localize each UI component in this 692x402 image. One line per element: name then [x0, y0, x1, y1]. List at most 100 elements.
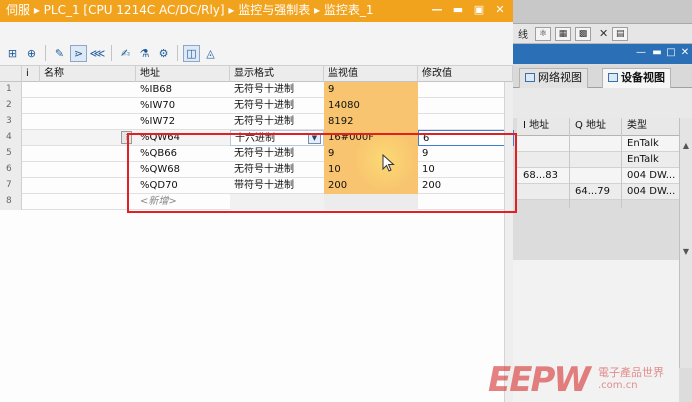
table-row[interactable]: 3 %IW72 无符号十进制 8192: [0, 114, 513, 130]
col-info: i: [22, 66, 40, 82]
portal-toolbar-text: 线: [518, 30, 528, 41]
format-cell[interactable]: [230, 194, 324, 210]
table-row[interactable]: 6 %QW68 无符号十进制 10 10: [0, 162, 513, 178]
format-dropdown[interactable]: 十六进制 ▼: [230, 130, 324, 146]
force-icon[interactable]: ⚙: [155, 45, 172, 62]
scroll-down-icon[interactable]: ▼: [680, 246, 692, 258]
col-modify-value[interactable]: 修改值: [418, 66, 513, 82]
scroll-up-icon[interactable]: ▲: [680, 140, 692, 152]
portal-top-strip: [513, 0, 692, 24]
toggle-pane-icon[interactable]: ▤: [612, 26, 629, 41]
address-cell[interactable]: %QW68: [136, 162, 230, 178]
table-row-selected[interactable]: 4 ⋮ %QW64 十六进制 ▼ 16#000F 6: [0, 130, 514, 146]
address-cell[interactable]: %IW72: [136, 114, 230, 130]
modify-value-cell[interactable]: [418, 114, 504, 130]
portal-restore-icon[interactable]: ▬: [651, 47, 663, 59]
columns-icon[interactable]: ▩: [575, 26, 591, 41]
tab-network-view[interactable]: 网络视图: [519, 68, 588, 88]
name-cell[interactable]: [40, 146, 136, 162]
tab-device-view[interactable]: 设备视图: [602, 68, 671, 88]
accessible-devices-icon[interactable]: ⚛: [535, 26, 551, 41]
table-row[interactable]: 2 %IW70 无符号十进制 14080: [0, 98, 513, 114]
device-grid-row[interactable]: EnTalk: [517, 136, 692, 152]
toolbar-separator: [177, 45, 178, 61]
modify-value-cell[interactable]: [418, 82, 504, 98]
minimize-icon[interactable]: —: [430, 3, 444, 17]
format-cell[interactable]: 无符号十进制: [230, 82, 324, 98]
table-header: i 名称 地址 显示格式 监视值 修改值: [0, 66, 513, 82]
chevron-down-icon[interactable]: ▼: [308, 133, 321, 144]
format-cell[interactable]: 无符号十进制: [230, 146, 324, 162]
device-grid-scrollbar[interactable]: ▲ ▼: [679, 118, 692, 368]
table-row[interactable]: 5 %QB66 无符号十进制 9 9: [0, 146, 513, 162]
drag-handle-icon[interactable]: ⋮: [121, 131, 132, 144]
name-cell[interactable]: [40, 162, 136, 178]
device-grid-row[interactable]: EnTalk: [517, 152, 692, 168]
add-new-address-cell[interactable]: <新增>: [136, 194, 230, 210]
address-cell[interactable]: %QW64: [136, 130, 230, 146]
mouse-cursor-icon: [382, 154, 395, 172]
address-cell[interactable]: %IW70: [136, 98, 230, 114]
watch-table: i 名称 地址 显示格式 监视值 修改值 1 %IB68 无符号十进制 9 2 …: [0, 66, 514, 402]
close-icon[interactable]: ✕: [493, 3, 507, 17]
address-cell[interactable]: %IB68: [136, 82, 230, 98]
row-number: 7: [0, 178, 22, 194]
address-cell[interactable]: %QB66: [136, 146, 230, 162]
watch-table-titlebar[interactable]: 伺服 ▸ PLC_1 [CPU 1214C AC/DC/Rly] ▸ 监控与强制…: [0, 0, 513, 22]
format-cell[interactable]: 无符号十进制: [230, 114, 324, 130]
format-cell[interactable]: 无符号十进制: [230, 98, 324, 114]
portal-toolbar: 线 ⚛ ▦ ▩ ✕ ▤: [513, 24, 692, 44]
show-all-columns-icon[interactable]: ◬: [202, 45, 219, 62]
monitor-value-cell: 200: [324, 178, 418, 194]
modify-value-cell[interactable]: 10: [418, 162, 504, 178]
table-row[interactable]: 7 %QD70 带符号十进制 200 200: [0, 178, 513, 194]
table-row[interactable]: 1 %IB68 无符号十进制 9: [0, 82, 513, 98]
device-grid-row[interactable]: 64...79 004 DW...: [517, 184, 692, 200]
name-cell[interactable]: [40, 178, 136, 194]
col-format[interactable]: 显示格式: [230, 66, 324, 82]
portal-minimize-icon[interactable]: —: [635, 47, 647, 59]
name-cell[interactable]: [40, 194, 136, 210]
show-extended-icon[interactable]: ◫: [183, 44, 200, 62]
table-row-add-new[interactable]: 8 <新增>: [0, 194, 513, 210]
portal-maximize-icon[interactable]: □: [665, 47, 677, 59]
modify-value-cell[interactable]: 9: [418, 146, 504, 162]
row-number: 5: [0, 146, 22, 162]
name-cell[interactable]: [40, 130, 120, 146]
modify-icon[interactable]: ✎: [51, 45, 68, 62]
address-cell[interactable]: %QD70: [136, 178, 230, 194]
monitor-value-cell: [324, 194, 418, 210]
col-address[interactable]: 地址: [136, 66, 230, 82]
portal-lower-area: [513, 260, 679, 402]
modify-now-icon[interactable]: ✍: [117, 45, 134, 62]
modify-value-cell[interactable]: [418, 194, 504, 210]
col-monitor-value[interactable]: 监视值: [324, 66, 418, 82]
restore-icon[interactable]: ▬: [451, 3, 465, 17]
table-view-icon[interactable]: ▦: [555, 26, 571, 41]
portal-close-icon[interactable]: ✕: [599, 27, 608, 40]
col-name[interactable]: 名称: [40, 66, 136, 82]
add-row-icon[interactable]: ⊕: [23, 45, 40, 62]
format-cell[interactable]: 带符号十进制: [230, 178, 324, 194]
monitor-all-icon[interactable]: ⋗: [70, 44, 87, 62]
modify-trigger-icon[interactable]: ⚗: [136, 45, 153, 62]
device-grid-row[interactable]: 68...83 004 DW...: [517, 168, 692, 184]
maximize-icon[interactable]: ▣: [472, 3, 486, 17]
name-cell[interactable]: [40, 98, 136, 114]
modify-value-input[interactable]: 6: [418, 130, 514, 146]
view-tabs: 网络视图 设备视图: [513, 66, 692, 88]
name-cell[interactable]: [40, 82, 136, 98]
watch-table-scrollbar[interactable]: [504, 82, 513, 402]
col-q-address: Q 地址: [575, 120, 607, 131]
insert-row-icon[interactable]: ⊞: [4, 45, 21, 62]
monitor-once-icon[interactable]: ⋘: [89, 45, 106, 62]
monitor-value-cell: 9: [324, 146, 418, 162]
modify-value-cell[interactable]: 200: [418, 178, 504, 194]
device-portal-background: 线 ⚛ ▦ ▩ ✕ ▤ — ▬ □ ✕ 网络视图 设备视图 I 地址 Q 地址 …: [513, 0, 692, 402]
toolbar-separator: [45, 45, 46, 61]
name-cell[interactable]: [40, 114, 136, 130]
modify-value-cell[interactable]: [418, 98, 504, 114]
col-i-address: I 地址: [523, 120, 550, 131]
portal-close-icon-2[interactable]: ✕: [679, 47, 691, 59]
format-cell[interactable]: 无符号十进制: [230, 162, 324, 178]
